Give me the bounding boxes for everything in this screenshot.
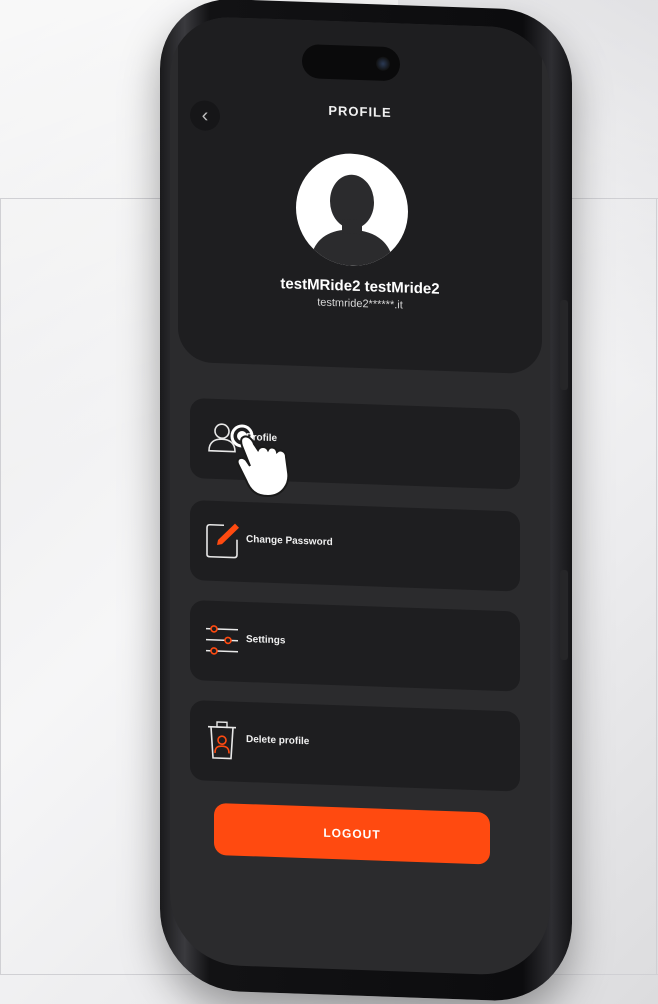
frame-line [0, 198, 1, 974]
dynamic-island [302, 43, 400, 82]
camera-icon [376, 56, 390, 72]
side-button [560, 300, 568, 390]
menu-item-delete-profile[interactable]: Delete profile [190, 700, 520, 792]
menu-item-settings[interactable]: Settings [190, 600, 520, 692]
frame-line [656, 198, 657, 974]
side-button [560, 570, 568, 660]
trash-icon [208, 721, 236, 760]
menu-item-label: Settings [246, 634, 286, 647]
tap-pointer-icon [230, 424, 290, 498]
app-screen: ‹ PROFILE testMRide2 testMride2 testmrid… [170, 15, 550, 977]
sliders-icon [206, 625, 238, 655]
menu-item-label: Change Password [246, 534, 333, 549]
edit-icon [206, 523, 239, 559]
menu-item-label: Delete profile [246, 734, 310, 748]
menu-item-change-password[interactable]: Change Password [190, 500, 520, 592]
logout-button[interactable]: LOGOUT [214, 802, 490, 865]
